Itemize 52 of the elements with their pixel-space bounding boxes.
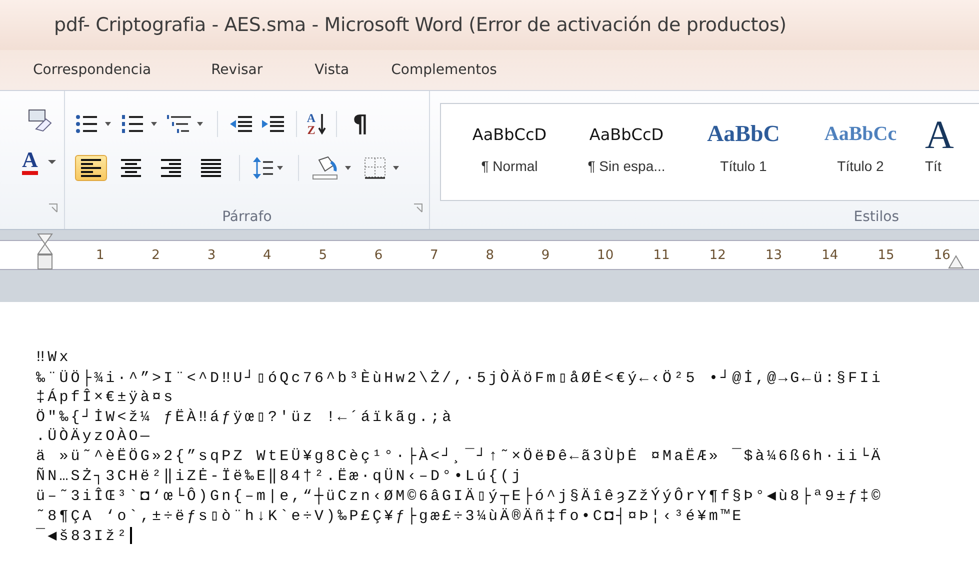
menu-tab[interactable]: Correspondencia [22, 58, 162, 82]
ruler-number: 9 [541, 248, 550, 262]
ruler-number: 8 [486, 248, 494, 262]
style-item[interactable]: AaBbCc Título 2 [802, 104, 919, 200]
clear-formatting-icon[interactable] [26, 107, 52, 133]
font-color-button[interactable]: A [22, 149, 38, 175]
document-text-line: ‰¨ÜÖ├¾i·^”>I¨<^D‼U┘▯óQc76^b³ÈùHw2\Ż/,·5jÒÄöFm▯åØĖ<€ý←‹Ö²5 •┘@İ,@→G←ü:§FIi [36, 368, 883, 388]
align-left-button[interactable] [74, 155, 107, 181]
ruler-number: 5 [318, 248, 327, 262]
document-text-line: ü–˜3iÎŒ³`◘‘œ└Ô)Gn{–m|e,“┼üCzn‹ØM©6âGIÄ▯ý┬E├ó^j§ÄîêȝZžÝýÔrY¶f§Þ°◀ù8├ª9±ƒ‡© [36, 486, 883, 506]
document-text-line: ä »ü˜^èËÖG»2{”sqPZ WtEÜ¥g8Cèç¹°·├À<┘¸¯┘↑˜×ÖëÐê←ã3ÙþĖ ¤MaËÆ» ¯$à¼6ß6h·ii└Ä [36, 448, 883, 465]
document-text-line: ¯◀š83Iž² [36, 526, 129, 545]
group-label: Párrafo [222, 209, 272, 225]
menu-tab[interactable]: Complementos [380, 58, 508, 82]
style-item[interactable]: AaBbC Título 1 [685, 104, 802, 200]
ruler-number: 3 [207, 248, 216, 262]
style-item[interactable]: AaBbCcD ¶ Sin espa... [568, 104, 685, 200]
document-text-line: ÑN…SŻ┐3CHë²‖iZĖ-Ïë‰E‖84†².Ëæ·qÜN‹–D°•Lú{(j [36, 466, 524, 486]
style-item[interactable]: A Tít [919, 104, 979, 200]
ruler-number: 15 [878, 248, 894, 262]
indent-marker-icon[interactable] [36, 233, 54, 271]
menu-tab[interactable]: Vista [304, 58, 360, 82]
dialog-launcher-icon[interactable] [413, 203, 423, 213]
right-indent-marker-icon[interactable] [948, 255, 964, 269]
dialog-launcher-icon[interactable] [48, 203, 58, 213]
ruler-number: 16 [934, 248, 950, 262]
ruler-number: 2 [152, 248, 160, 262]
document-text-line: ˜8¶ÇA ‘o`,±÷ëƒs▯ò¨h↓K`e÷V)‰P£Ç¥ƒ├gæ£÷3¼ùÄ®Äñ‡fo•C◘┤¤Þ¦‹³é¥m™E [36, 506, 744, 525]
ruler-number: 13 [765, 248, 782, 262]
window-title: pdf- Criptografia - AES.sma - Microsoft Word (Error de activación de productos) [54, 14, 786, 36]
ruler-number: 6 [374, 248, 383, 262]
decrease-indent-icon[interactable] [228, 114, 254, 134]
sort-button[interactable]: A Z [306, 112, 326, 136]
ruler-number: 4 [263, 248, 272, 262]
style-item[interactable]: AaBbCcD ¶ Normal [451, 104, 568, 200]
ruler-number: 1 [96, 248, 104, 262]
menu-tab[interactable]: Revisar [200, 58, 274, 82]
caret-icon[interactable] [48, 160, 56, 164]
document-text-line: .ÜÒÄyzOÀO— [36, 428, 152, 446]
line-spacing-icon[interactable] [252, 156, 286, 180]
ruler-number: 12 [709, 248, 726, 262]
group-label: Estilos [854, 209, 899, 225]
ruler-number: 11 [653, 248, 670, 262]
ruler-number: 7 [430, 248, 438, 262]
document-text-line: Ö"‰{┘İW<ž¼ ƒËÀ‼áƒÿœ▯?′üz !←´áïkãg.;à [36, 408, 454, 426]
document-text-line: ‡ÁpfÎ×€±ÿà¤s [36, 388, 176, 406]
text-cursor [130, 526, 132, 544]
document-text-line: ‼Wx [36, 349, 71, 366]
ruler-number: 10 [597, 248, 614, 262]
show-marks-button[interactable]: ¶ [346, 110, 374, 138]
increase-indent-icon[interactable] [260, 114, 286, 134]
ruler-number: 14 [822, 248, 838, 262]
